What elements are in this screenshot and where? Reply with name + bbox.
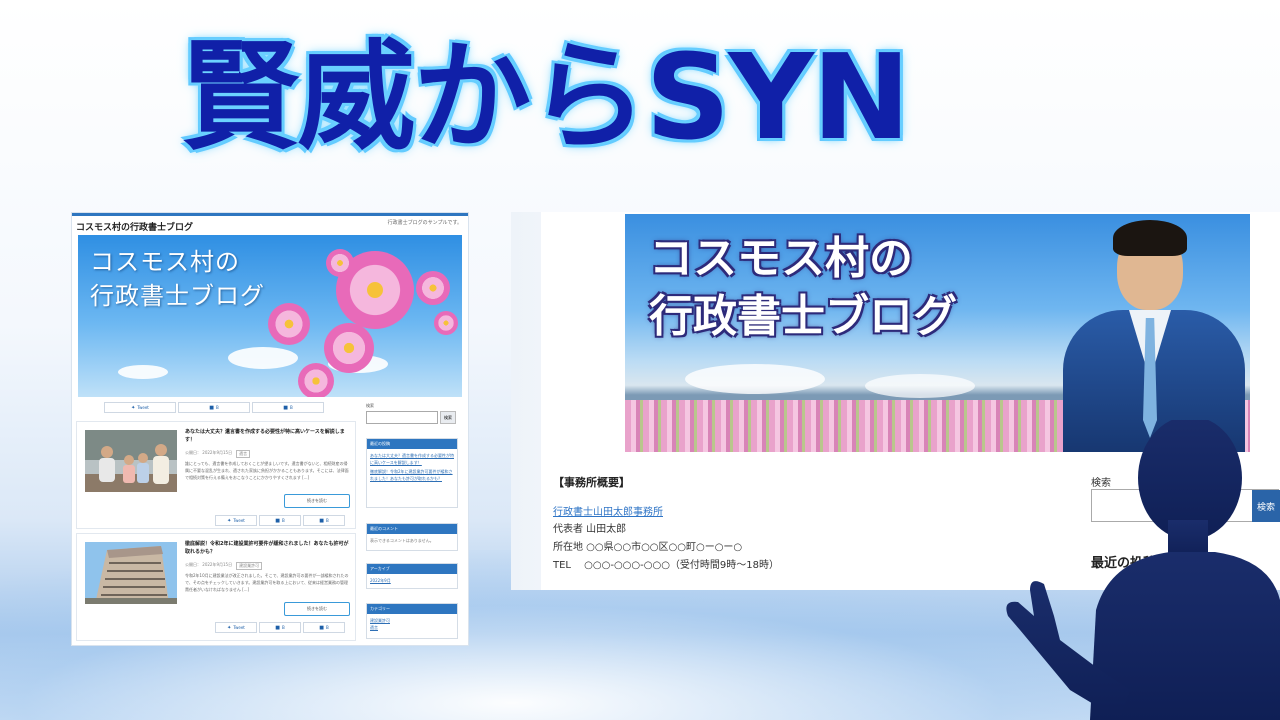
hero-banner: コスモス村の 行政書士ブログ [78,235,462,397]
post-meta: 公開日： 2022年9月15日 遺言 [185,450,251,458]
facebook-button[interactable]: ■ B [178,402,250,413]
recent-comments-widget: 最近のコメント 表示できるコメントはありません。 [366,523,458,551]
search-input[interactable] [366,411,438,424]
left-blog-screenshot: コスモス村の行政書士ブログ 行政書士ブログのサンプルです。 コスモス村の 行政書… [72,213,468,645]
cosmos-flower [434,311,458,335]
post-title[interactable]: 徹底解説！令和2年に建設業許可要件が緩和されました！あなたも許可が取れるかも？ [185,540,351,556]
cosmos-flower [326,249,354,277]
post-date: 公開日： 2022年9月15日 [185,450,233,455]
banner-text-line1: コスモス村の [649,233,913,284]
category-link[interactable]: 建設業許可 [370,617,454,624]
post-card: 徹底解説！令和2年に建設業許可要件が緩和されました！あなたも許可が取れるかも？ … [76,533,356,641]
tel-text: TEL ○○○-○○○-○○○（受付時間9時～18時） [553,560,780,571]
category-link[interactable]: 遺言 [370,624,454,631]
bookmark-button[interactable]: ■ B [303,622,345,633]
post-title[interactable]: あなたは大丈夫？遺言書を作成する必要性が特に高いケースを解説します！ [185,428,351,444]
bookmark-button[interactable]: ■ B [252,402,324,413]
share-bar-top: ✦ Tweet ■ B ■ B [104,402,324,413]
bird-icon: ✦ [131,404,136,411]
banner-text-line2: 行政書士ブログ [649,291,957,342]
family-photo [85,430,177,492]
bird-icon: ✦ [227,624,232,631]
facebook-button[interactable]: ■ B [259,515,301,526]
bookmark-button[interactable]: ■ B [303,515,345,526]
bookmark-icon: ■ [283,404,288,411]
widget-heading: アーカイブ [367,564,457,574]
office-section-title: 【事務所概要】 [553,476,630,489]
hero-text-line1: コスモス村の [90,248,240,276]
cosmos-flower [416,271,450,305]
post-share-bar: ✦ Tweet ■ B ■ B [215,622,345,633]
blog-description: 行政書士ブログのサンプルです。 [387,220,462,226]
office-name-link[interactable]: 行政書士山田太郎事務所 [553,503,663,518]
no-comments-text: 表示できるコメントはありません。 [370,538,434,543]
post-tag[interactable]: 建設業許可 [236,562,263,570]
address-text: 所在地 ○○県○○市○○区○○町○ー○ー○ [553,542,743,553]
facebook-icon: ■ [209,404,214,411]
post-excerpt: 令和2年10月に建設業法が改正されました。そこで、建設業許可の要件が一部緩和され… [185,573,349,592]
cosmos-flower [298,363,334,397]
recent-post-link[interactable]: あなたは大丈夫？遺言書を作成する必要性が特に高いケースを解説します！ [370,452,454,466]
post-meta: 公開日： 2022年9月15日 建設業許可 [185,562,263,570]
recent-post-link[interactable]: 徹底解説！令和2年に建設業許可要件が緩和されました！あなたも許可が取れるかも？ [370,468,454,482]
bookmark-icon: ■ [319,517,324,524]
archive-link[interactable]: 2022年9月 [370,577,454,584]
tweet-button[interactable]: ✦ Tweet [104,402,176,413]
banner-text: コスモス村の 行政書士ブログ [649,230,957,346]
cosmos-flower [324,323,374,373]
post-date: 公開日： 2022年9月15日 [185,562,233,567]
archive-widget: アーカイブ 2022年9月 [366,563,458,589]
cosmos-flower [268,303,310,345]
read-more-button[interactable]: 続きを読む [284,494,350,508]
facebook-icon: ■ [275,517,280,524]
facebook-icon: ■ [275,624,280,631]
blog-title[interactable]: コスモス村の行政書士ブログ [76,220,193,233]
tweet-button[interactable]: ✦ Tweet [215,515,257,526]
post-card: あなたは大丈夫？遺言書を作成する必要性が特に高いケースを解説します！ 公開日： … [76,421,356,529]
post-excerpt: 誰にとっても、遺言書を作成しておくことが望ましいです。遺言書がないと、相続財産の… [185,461,349,480]
representative-text: 代表者 山田太郎 [553,524,627,535]
search-label: 検索 [366,403,374,408]
page-headline: 賢威からSYN [181,28,910,166]
category-widget: カテゴリー 建設業許可 遺言 [366,603,458,639]
building-photo [85,542,177,604]
businessman-photo [1055,214,1250,452]
hero-text-line2: 行政書士ブログ [90,282,265,310]
widget-heading: カテゴリー [367,604,457,614]
recent-posts-widget: 最近の投稿 あなたは大丈夫？遺言書を作成する必要性が特に高いケースを解説します！… [366,438,458,508]
bookmark-icon: ■ [319,624,324,631]
post-share-bar: ✦ Tweet ■ B ■ B [215,515,345,526]
hero-text: コスモス村の 行政書士ブログ [90,245,265,313]
header-banner: コスモス村の 行政書士ブログ [625,214,1250,452]
sidebar-search: 検索 検索 [366,403,458,424]
top-accent-bar [72,213,468,216]
presenter-silhouette [1006,420,1280,720]
post-tag[interactable]: 遺言 [236,450,251,458]
bird-icon: ✦ [227,517,232,524]
widget-heading: 最近のコメント [367,524,457,534]
widget-heading: 最近の投稿 [367,439,457,449]
tweet-button[interactable]: ✦ Tweet [215,622,257,633]
facebook-button[interactable]: ■ B [259,622,301,633]
search-button[interactable]: 検索 [440,411,456,424]
read-more-button[interactable]: 続きを読む [284,602,350,616]
